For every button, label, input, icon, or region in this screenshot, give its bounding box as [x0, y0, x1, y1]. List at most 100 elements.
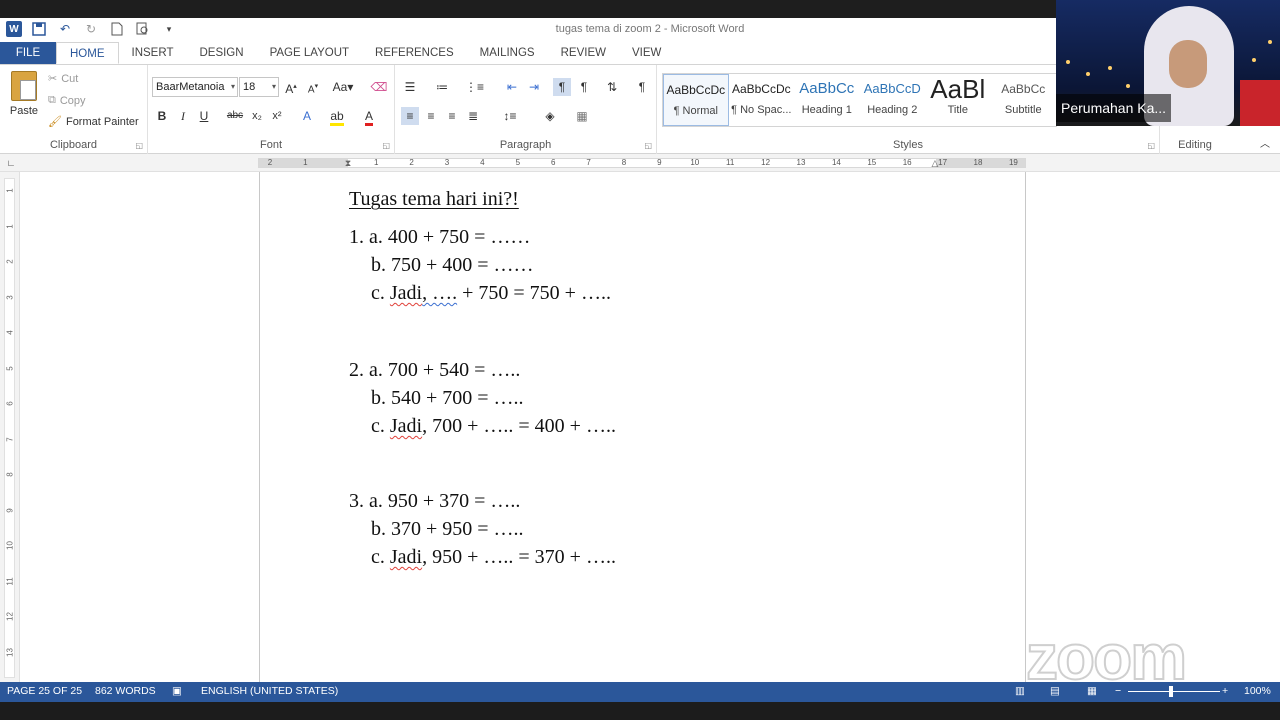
bullets-icon[interactable]: ☰: [401, 78, 419, 96]
q1-c-jadi: Jadi: [389, 282, 423, 304]
text-effects-icon[interactable]: A: [298, 107, 316, 125]
ruler-number: 4: [480, 158, 485, 167]
document-area[interactable]: Tugas tema hari ini?! 1. a. 400 + 750 = …: [20, 172, 1280, 682]
style-heading-1[interactable]: AaBbCc Heading 1: [794, 74, 859, 126]
style-name: Title: [947, 104, 968, 116]
subscript-icon[interactable]: x₂: [248, 107, 266, 125]
show-formatting-marks-icon[interactable]: ¶: [633, 78, 651, 96]
tab-file[interactable]: FILE: [0, 42, 56, 64]
ruler-number: 12: [761, 158, 771, 167]
clipboard-group: Paste ✂ Cut ⧉ Copy 🖌 Format Painter Clip…: [0, 65, 148, 154]
style-name: Heading 1: [801, 104, 852, 116]
numbering-icon[interactable]: ≔: [433, 78, 451, 96]
clear-formatting-icon[interactable]: ⌫: [370, 78, 388, 96]
language[interactable]: ENGLISH (UNITED STATES): [201, 685, 338, 697]
webcam-video[interactable]: Perumahan Ka...: [1056, 0, 1280, 126]
decrease-indent-icon[interactable]: ⇤: [503, 78, 521, 96]
city-light: [1268, 40, 1272, 44]
style-title[interactable]: AaBl Title: [925, 74, 990, 126]
justify-icon[interactable]: ≣: [464, 107, 482, 125]
status-bar: PAGE 25 OF 25 862 WORDS ▣ ENGLISH (UNITE…: [0, 682, 1280, 702]
editing-group-label: Editing: [1178, 139, 1212, 151]
zoom-in-icon[interactable]: +: [1222, 685, 1228, 697]
ruler-number: 19: [1008, 158, 1018, 167]
horizontal-ruler[interactable]: ∟ 2 1 1 2 3 4 5 6 7 8 9 10 11 12 13 14 15 16 17 18 19 ⧗ △: [0, 154, 1280, 172]
superscript-icon[interactable]: x²: [268, 107, 286, 125]
clipboard-launcher-icon[interactable]: ◱: [135, 141, 143, 150]
line-spacing-icon[interactable]: ↕≡: [501, 107, 519, 125]
tab-page-layout[interactable]: PAGE LAYOUT: [257, 42, 362, 64]
tab-view[interactable]: VIEW: [619, 42, 674, 64]
print-layout-icon[interactable]: ▤: [1050, 685, 1060, 697]
tab-mailings[interactable]: MAILINGS: [467, 42, 548, 64]
q3-c-prefix: c.: [371, 546, 390, 568]
italic-icon[interactable]: I: [174, 107, 192, 125]
align-right-icon[interactable]: ≡: [443, 107, 461, 125]
screen: W ↶ ↻ ▾ tugas tema di zoom 2 - Microsoft…: [0, 0, 1280, 720]
web-layout-icon[interactable]: ▦: [1087, 685, 1097, 697]
indent-marker-icon[interactable]: ⧗: [339, 154, 357, 172]
shading-icon[interactable]: ◈: [541, 107, 559, 125]
sort-icon[interactable]: ⇅: [603, 78, 621, 96]
paragraph-launcher-icon[interactable]: ◱: [644, 141, 652, 150]
copy-button[interactable]: ⧉ Copy: [48, 94, 86, 107]
borders-icon[interactable]: ▦: [573, 107, 591, 125]
zoom-slider[interactable]: [1128, 691, 1220, 692]
strikethrough-icon[interactable]: abc: [226, 107, 244, 125]
ruler-number: 2: [267, 158, 273, 167]
page-count[interactable]: PAGE 25 OF 25: [7, 685, 82, 697]
paste-button[interactable]: Paste: [6, 71, 42, 117]
zoom-level[interactable]: 100%: [1244, 685, 1271, 697]
underline-icon[interactable]: U: [195, 107, 213, 125]
align-left-icon[interactable]: ≡: [401, 107, 419, 125]
style-sample: AaBbCcD: [863, 81, 921, 96]
vertical-ruler-number: 13: [5, 647, 15, 657]
read-mode-icon[interactable]: ▥: [1015, 685, 1025, 697]
styles-gallery: AaBbCcDc ¶ Normal AaBbCcDc ¶ No Spac... …: [662, 73, 1057, 127]
font-color-icon[interactable]: A: [360, 107, 378, 126]
style-normal[interactable]: AaBbCcDc ¶ Normal: [663, 74, 729, 126]
word-count[interactable]: 862 WORDS: [95, 685, 156, 697]
font-name-select[interactable]: BaarMetanoia ▾: [152, 77, 238, 97]
tab-home[interactable]: HOME: [56, 42, 119, 64]
increase-indent-icon[interactable]: ⇥: [525, 78, 543, 96]
tab-design[interactable]: DESIGN: [186, 42, 256, 64]
style-sample: AaBl: [930, 74, 986, 104]
tab-selector-icon[interactable]: ∟: [2, 154, 20, 172]
ruler-number: 18: [973, 158, 983, 167]
city-light: [1108, 66, 1112, 70]
style-heading-2[interactable]: AaBbCcD Heading 2: [860, 74, 925, 126]
highlight-icon[interactable]: ab: [328, 107, 346, 126]
align-center-icon[interactable]: ≡: [422, 107, 440, 125]
change-case-icon[interactable]: Aa▾: [331, 78, 355, 96]
q1-c: c. Jadi, …. + 750 = 750 + …..: [371, 282, 611, 305]
tab-references[interactable]: REFERENCES: [362, 42, 467, 64]
multilevel-list-icon[interactable]: ⋮≡: [465, 78, 484, 96]
font-size-select[interactable]: 18 ▾: [239, 77, 279, 97]
right-indent-marker-icon[interactable]: △: [926, 154, 944, 172]
paintbrush-icon: 🖌: [48, 116, 62, 128]
ruler-number: 5: [515, 158, 521, 167]
tab-review[interactable]: REVIEW: [548, 42, 619, 64]
format-painter-button[interactable]: 🖌 Format Painter: [48, 115, 139, 129]
bold-icon[interactable]: B: [153, 107, 171, 125]
font-launcher-icon[interactable]: ◱: [382, 141, 390, 150]
shrink-font-icon[interactable]: A▾: [304, 78, 322, 96]
font-name-value: BaarMetanoia: [156, 81, 225, 93]
vertical-ruler-number: 11: [5, 576, 15, 586]
style-no-spacing[interactable]: AaBbCcDc ¶ No Spac...: [729, 74, 794, 126]
cut-button[interactable]: ✂ Cut: [48, 72, 78, 86]
rtl-direction-icon[interactable]: ¶: [575, 78, 593, 96]
proofing-icon[interactable]: ▣: [172, 685, 182, 697]
document-page[interactable]: Tugas tema hari ini?! 1. a. 400 + 750 = …: [259, 172, 1026, 682]
zoom-slider-thumb[interactable]: [1169, 686, 1173, 697]
zoom-out-icon[interactable]: −: [1115, 685, 1121, 697]
styles-launcher-icon[interactable]: ◱: [1147, 141, 1155, 150]
ltr-direction-icon[interactable]: ¶: [553, 78, 571, 96]
grow-font-icon[interactable]: A▴: [282, 78, 300, 96]
style-subtitle[interactable]: AaBbCc Subtitle: [991, 74, 1056, 126]
tab-insert[interactable]: INSERT: [119, 42, 187, 64]
collapse-ribbon-icon[interactable]: ︿: [1256, 136, 1274, 154]
participant-face: [1169, 40, 1207, 88]
q2-c-rest: , 700 + ….. = 400 + …..: [422, 415, 616, 437]
